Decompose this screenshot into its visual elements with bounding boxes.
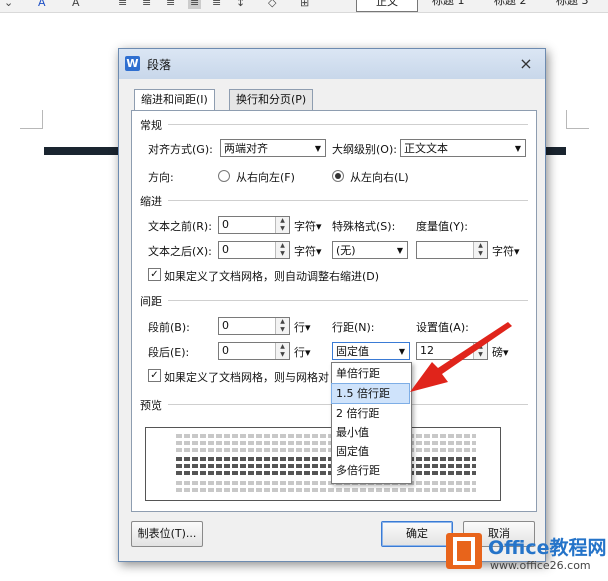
measure-unit[interactable]: 字符▾: [492, 243, 520, 259]
space-after-label: 段后(E):: [148, 346, 190, 359]
divider: [168, 200, 528, 201]
alignment-label: 对齐方式(G):: [148, 143, 213, 156]
space-before-input[interactable]: 0 ▲ ▼: [218, 317, 290, 335]
indent-grid-checkbox[interactable]: ✓: [148, 268, 161, 281]
chevron-down-icon: ▼: [396, 246, 403, 255]
close-icon[interactable]: ×: [515, 54, 537, 74]
indent-after-input[interactable]: 0 ▲ ▼: [218, 241, 290, 259]
spinner-arrows-icon[interactable]: ▲▼: [275, 318, 289, 334]
divider: [168, 300, 528, 301]
rtl-radio[interactable]: [218, 170, 230, 182]
preview-line: [176, 441, 476, 445]
spacing-grid-checkbox[interactable]: ✓: [148, 369, 161, 382]
line-spacing-dropdown: 单倍行距 1.5 倍行距 2 倍行距 最小值 固定值 多倍行距: [331, 362, 412, 484]
chevron-down-icon: ▼: [314, 144, 321, 153]
dropdown-item[interactable]: 2 倍行距: [332, 404, 409, 423]
section-spacing: 间距: [140, 295, 162, 308]
shading-icon[interactable]: ◇: [268, 0, 276, 9]
rtl-label: 从右向左(F): [236, 171, 295, 184]
office-logo-icon: [446, 533, 482, 569]
ltr-radio[interactable]: [332, 170, 344, 182]
chevron-down-icon: ▼: [398, 347, 405, 356]
indent-after-label: 文本之后(X):: [148, 245, 212, 258]
align-right-icon[interactable]: ≡: [166, 0, 175, 9]
space-before-label: 段前(B):: [148, 321, 190, 334]
special-format-select[interactable]: (无) ▼: [332, 241, 408, 259]
space-after-input[interactable]: 0 ▲ ▼: [218, 342, 290, 360]
indent-grid-label: 如果定义了文档网格，则自动调整右缩进(D): [164, 270, 380, 283]
measure-label: 度量值(Y):: [416, 220, 469, 233]
spinner-arrows-icon[interactable]: ▲▼: [275, 343, 289, 359]
dropdown-item-selected[interactable]: 1.5 倍行距: [331, 383, 410, 404]
section-indent: 缩进: [140, 195, 162, 208]
style-heading-3[interactable]: 标题 3: [556, 0, 589, 10]
tab-stops-button[interactable]: 制表位(T)...: [131, 521, 203, 547]
document-text-line: [546, 147, 566, 155]
dropdown-item[interactable]: 固定值: [332, 442, 409, 461]
watermark: Office教程网 www.office26.com: [440, 525, 608, 581]
char-border-icon[interactable]: A: [72, 0, 80, 9]
align-center-icon[interactable]: ≡: [142, 0, 151, 9]
preview-line: [176, 448, 476, 452]
red-arrow-icon: [410, 322, 512, 392]
wps-app-icon: W: [125, 56, 140, 71]
style-heading-1[interactable]: 标题 1: [432, 0, 465, 10]
preview-line: [176, 481, 476, 485]
dropdown-item[interactable]: 最小值: [332, 423, 409, 442]
section-preview: 预览: [140, 399, 162, 412]
spinner-arrows-icon[interactable]: ▲▼: [473, 242, 487, 258]
preview-line: [176, 464, 476, 468]
preview-line: [176, 488, 476, 492]
space-before-unit[interactable]: 行▾: [294, 319, 311, 335]
divider: [168, 124, 528, 125]
chevron-down-icon: ▼: [514, 144, 521, 153]
preview-line: [176, 471, 476, 475]
tab-line-page-break[interactable]: 换行和分页(P): [229, 89, 314, 110]
direction-label: 方向:: [148, 171, 174, 184]
align-left-icon[interactable]: ≡: [118, 0, 127, 9]
text-effects-icon[interactable]: ⌄: [4, 0, 13, 9]
document-text-line: [44, 147, 122, 155]
dropdown-item[interactable]: 单倍行距: [332, 364, 409, 383]
space-after-unit[interactable]: 行▾: [294, 344, 311, 360]
outline-level-label: 大纲级别(O):: [332, 143, 397, 156]
line-spacing-label: 行距(N):: [332, 321, 375, 334]
borders-icon[interactable]: ⊞: [300, 0, 309, 9]
measure-input[interactable]: ▲ ▼: [416, 241, 488, 259]
outline-level-select[interactable]: 正文文本 ▼: [400, 139, 526, 157]
section-general: 常规: [140, 119, 162, 132]
indent-before-unit[interactable]: 字符▾: [294, 218, 322, 234]
special-format-label: 特殊格式(S):: [332, 220, 396, 233]
dialog-titlebar[interactable]: W 段落 ×: [119, 49, 545, 79]
watermark-url: www.office26.com: [490, 559, 591, 572]
style-normal[interactable]: 正文: [356, 0, 418, 12]
paragraph-dialog: W 段落 × 缩进和间距(I) 换行和分页(P) 常规 对齐方式(G): 两端对…: [118, 48, 546, 562]
ltr-label: 从左向右(L): [350, 171, 409, 184]
indent-after-unit[interactable]: 字符▾: [294, 243, 322, 259]
line-spacing-icon[interactable]: ↕: [236, 0, 245, 9]
style-heading-2[interactable]: 标题 2: [494, 0, 527, 10]
justify-icon[interactable]: ≡: [188, 0, 202, 9]
page-corner-mark: [20, 110, 43, 129]
spinner-arrows-icon[interactable]: ▲▼: [275, 242, 289, 258]
indent-before-label: 文本之前(R):: [148, 220, 212, 233]
line-spacing-select[interactable]: 固定值 ▼: [332, 342, 410, 360]
alignment-select[interactable]: 两端对齐 ▼: [220, 139, 326, 157]
preview-line: [176, 457, 476, 461]
dialog-title: 段落: [147, 58, 172, 72]
ribbon-toolbar: ⌄ A A ≡ ≡ ≡ ≡ ≡ ↕ ◇ ⊞ 正文 标题 1 标题 2 标题 3: [0, 0, 608, 13]
distribute-icon[interactable]: ≡: [212, 0, 221, 9]
preview-pane: [145, 427, 501, 501]
indent-before-input[interactable]: 0 ▲ ▼: [218, 216, 290, 234]
spacing-grid-label: 如果定义了文档网格，则与网格对: [164, 371, 329, 384]
tab-indent-spacing[interactable]: 缩进和间距(I): [134, 89, 215, 111]
preview-line: [176, 434, 476, 438]
spinner-arrows-icon[interactable]: ▲▼: [275, 217, 289, 233]
font-color-icon[interactable]: A: [38, 0, 46, 9]
watermark-brand: Office教程网: [488, 537, 607, 559]
dropdown-item[interactable]: 多倍行距: [332, 461, 409, 480]
page-corner-mark: [566, 110, 589, 129]
